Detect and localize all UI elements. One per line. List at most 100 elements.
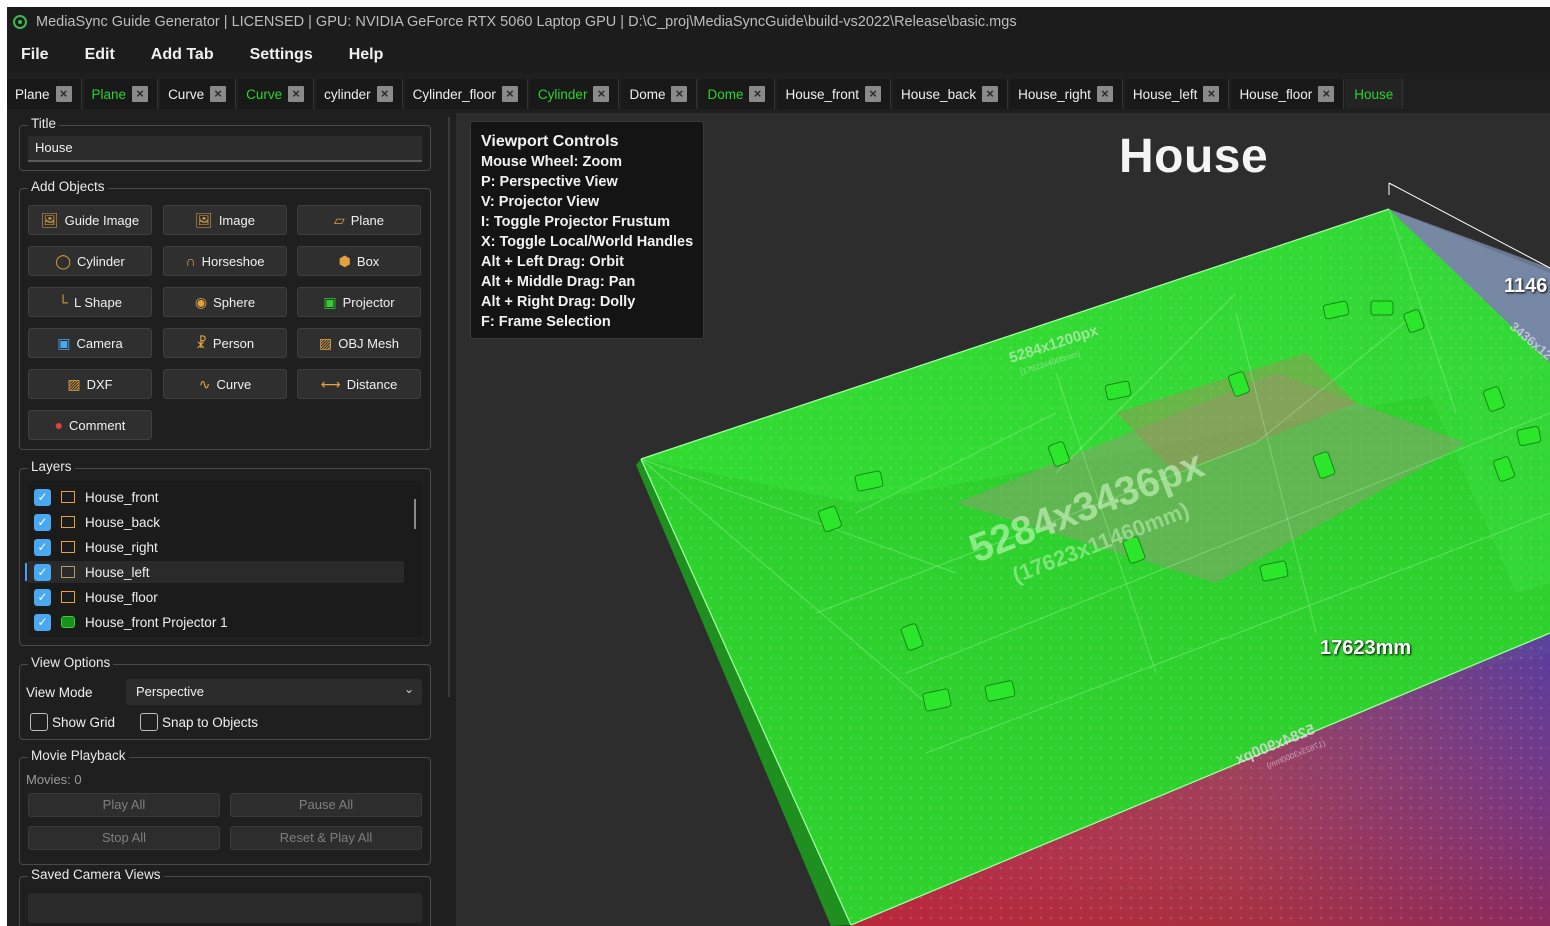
layers-label: Layers: [28, 459, 75, 474]
close-icon[interactable]: ×: [1203, 86, 1220, 102]
play-all-button[interactable]: Play All: [28, 793, 220, 817]
title-input[interactable]: House: [28, 136, 422, 162]
panel-splitter[interactable]: [447, 117, 451, 697]
layer-visibility-checkbox[interactable]: ✓: [34, 513, 51, 531]
curve-button[interactable]: ∿ Curve: [163, 369, 287, 399]
layer-visibility-checkbox[interactable]: ✓: [34, 613, 51, 631]
layer-label: House_front: [85, 489, 159, 505]
layer-visibility-checkbox[interactable]: ✓: [34, 538, 51, 556]
layer-visibility-checkbox[interactable]: ✓: [34, 488, 51, 506]
tab[interactable]: Curve ×: [238, 79, 315, 109]
control-hint: Mouse Wheel: Zoom: [481, 154, 622, 170]
layers-scrollbar[interactable]: [414, 499, 416, 529]
box-icon: ⬢: [338, 253, 351, 269]
tab[interactable]: House_left ×: [1124, 79, 1230, 109]
close-icon[interactable]: ×: [1318, 86, 1335, 102]
cylinder-icon: ◯: [55, 253, 71, 269]
snap-to-objects-checkbox[interactable]: Snap to Objects: [140, 713, 258, 731]
add-objects-label: Add Objects: [28, 179, 108, 194]
tab[interactable]: cylinder ×: [316, 79, 403, 109]
tab[interactable]: Plane ×: [83, 79, 159, 109]
tab[interactable]: House: [1346, 79, 1404, 109]
length-dimension-label: 17623mm: [1320, 637, 1412, 659]
tab[interactable]: House_floor ×: [1231, 79, 1345, 109]
dxf-icon: ▨: [67, 376, 81, 392]
button-label: Plane: [350, 212, 385, 228]
tab-label: House_front: [785, 86, 860, 102]
reset-play-all-button[interactable]: Reset & Play All: [230, 826, 422, 850]
menu-file[interactable]: File: [15, 42, 55, 68]
stop-all-button[interactable]: Stop All: [28, 826, 220, 850]
tab[interactable]: Plane ×: [7, 79, 82, 109]
close-icon[interactable]: ×: [982, 86, 999, 102]
layer-label: House_right: [85, 539, 158, 555]
tab[interactable]: Dome ×: [699, 79, 776, 109]
tab-label: cylinder: [324, 86, 371, 102]
horseshoe-icon: ∩: [185, 253, 196, 269]
layer-row[interactable]: ✓ House_floor: [28, 586, 412, 608]
camera-button[interactable]: ▣ Camera: [28, 328, 152, 358]
image-icon: [61, 516, 75, 528]
view-mode-value: Perspective: [136, 684, 204, 699]
tab[interactable]: Dome ×: [621, 79, 698, 109]
comment-button[interactable]: ● Comment: [28, 410, 152, 440]
person-button[interactable]: ☧ Person: [163, 328, 287, 358]
close-icon[interactable]: ×: [376, 86, 393, 102]
layer-visibility-checkbox[interactable]: ✓: [34, 588, 51, 606]
layer-label: House_front Projector 1: [85, 614, 228, 630]
control-hint: Alt + Middle Drag: Pan: [481, 274, 636, 290]
menu-edit[interactable]: Edit: [79, 42, 121, 68]
close-icon[interactable]: ×: [671, 86, 688, 102]
pause-all-button[interactable]: Pause All: [230, 793, 422, 817]
tab-label: House_left: [1132, 86, 1198, 102]
layer-row[interactable]: ✓ House_front: [28, 486, 412, 508]
image-button[interactable]: 🖼 Image: [163, 205, 287, 235]
image-icon: 🖼: [40, 212, 59, 228]
close-icon[interactable]: ×: [865, 86, 882, 102]
menu-help[interactable]: Help: [343, 42, 390, 68]
close-icon[interactable]: ×: [593, 86, 610, 102]
cylinder-button[interactable]: ◯ Cylinder: [28, 246, 152, 276]
view-mode-select[interactable]: Perspective ⌄: [126, 679, 422, 705]
horseshoe-button[interactable]: ∩ Horseshoe: [163, 246, 287, 276]
view-mode-label: View Mode: [26, 685, 93, 700]
layer-visibility-checkbox[interactable]: ✓: [34, 563, 51, 581]
tab[interactable]: Curve ×: [160, 79, 237, 109]
saved-camera-views-list[interactable]: [28, 893, 422, 923]
3d-viewport[interactable]: 5284x3436px (17623x11460mm) 5284x1200px …: [456, 113, 1550, 926]
show-grid-checkbox[interactable]: Show Grid: [30, 713, 115, 731]
camera-icon: ▣: [57, 335, 71, 351]
button-label: Distance: [346, 376, 398, 392]
l-shape-icon: └: [58, 294, 68, 310]
tab[interactable]: House_right ×: [1010, 79, 1123, 109]
projector-button[interactable]: ▣ Projector: [297, 287, 421, 317]
distance-button[interactable]: ⟷ Distance: [297, 369, 421, 399]
tab[interactable]: House_front ×: [777, 79, 892, 109]
close-icon[interactable]: ×: [749, 86, 766, 102]
menu-settings[interactable]: Settings: [244, 42, 319, 68]
close-icon[interactable]: ×: [55, 86, 72, 102]
guide-image-button[interactable]: 🖼 Guide Image: [28, 205, 152, 235]
tab[interactable]: Cylinder ×: [529, 79, 620, 109]
tab[interactable]: House_back ×: [893, 79, 1009, 109]
close-icon[interactable]: ×: [132, 86, 149, 102]
obj-mesh-button[interactable]: ▨ OBJ Mesh: [297, 328, 421, 358]
sphere-button[interactable]: ◉ Sphere: [163, 287, 287, 317]
tab-label: Curve: [246, 86, 283, 102]
dxf-button[interactable]: ▨ DXF: [28, 369, 152, 399]
layer-row[interactable]: ✓ House_left: [25, 561, 404, 583]
title-group: Title House: [19, 116, 431, 171]
layer-row[interactable]: ✓ House_front Projector 1: [28, 611, 412, 633]
menu-add-tab[interactable]: Add Tab: [145, 42, 220, 68]
layers-list[interactable]: ✓ House_front ✓ House_back ✓ House_right ✓ Hous…: [25, 481, 422, 637]
layer-row[interactable]: ✓ House_right: [28, 536, 412, 558]
tab[interactable]: Cylinder_floor ×: [404, 79, 528, 109]
l-shape-button[interactable]: └ L Shape: [28, 287, 152, 317]
close-icon[interactable]: ×: [1096, 86, 1113, 102]
close-icon[interactable]: ×: [288, 86, 305, 102]
plane-button[interactable]: ▱ Plane: [297, 205, 421, 235]
close-icon[interactable]: ×: [210, 86, 227, 102]
box-button[interactable]: ⬢ Box: [297, 246, 421, 276]
close-icon[interactable]: ×: [501, 86, 518, 102]
layer-row[interactable]: ✓ House_back: [28, 511, 412, 533]
